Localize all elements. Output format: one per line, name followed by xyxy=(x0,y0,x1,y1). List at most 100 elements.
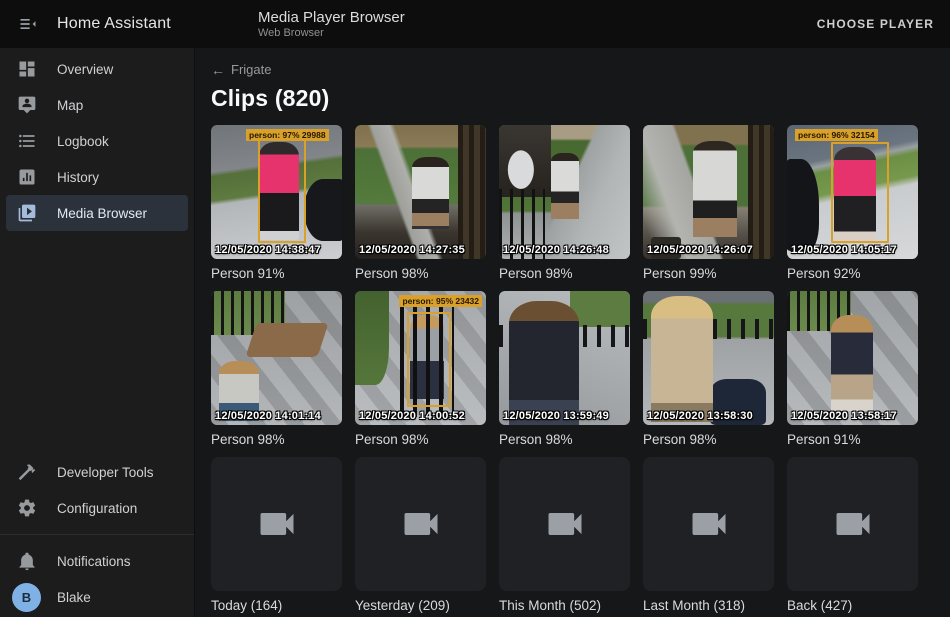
sidebar-item-overview[interactable]: Overview xyxy=(6,51,188,87)
clip-timestamp: 12/05/2020 13:58:30 xyxy=(647,410,753,422)
stroller-shape xyxy=(787,159,819,251)
porch-rail-shape xyxy=(748,125,774,259)
clip-thumbnail[interactable]: person: 96% 32154 12/05/2020 14:05:17 xyxy=(787,125,918,259)
user-name: Blake xyxy=(57,590,91,605)
clip-thumbnail[interactable]: 12/05/2020 14:26:48 xyxy=(499,125,630,259)
clip-timestamp: 12/05/2020 14:26:07 xyxy=(647,244,753,256)
detection-label: person: 95% 23432 xyxy=(399,295,482,307)
folder-card: Yesterday (209) xyxy=(355,457,486,614)
clip-timestamp: 12/05/2020 13:59:49 xyxy=(503,410,609,422)
clip-thumbnail[interactable]: 12/05/2020 13:58:17 xyxy=(787,291,918,425)
folder-label: Yesterday (209) xyxy=(355,597,486,614)
clip-thumbnail[interactable]: 12/05/2020 14:27:35 xyxy=(355,125,486,259)
clip-timestamp: 12/05/2020 14:27:35 xyxy=(359,244,465,256)
sidebar-item-label: Configuration xyxy=(57,501,137,516)
sidebar-item-map[interactable]: Map xyxy=(6,87,188,123)
video-camera-icon xyxy=(399,502,443,546)
detection-bbox xyxy=(258,139,306,243)
clip-caption: Person 98% xyxy=(355,265,486,282)
porch-rail-shape xyxy=(458,125,486,259)
sidebar-nav-list: Overview Map Logbook History Media Brows… xyxy=(0,48,194,231)
folder-back[interactable] xyxy=(787,457,918,591)
stroller-shape xyxy=(304,179,342,241)
media-browser-content: ← Frigate Clips (820) person: 97% 29988 … xyxy=(195,48,950,617)
folder-last-month[interactable] xyxy=(643,457,774,591)
clip-caption: Person 91% xyxy=(211,265,342,282)
clip-thumbnail[interactable]: person: 97% 29988 12/05/2020 14:38:47 xyxy=(211,125,342,259)
clip-caption: Person 98% xyxy=(499,431,630,448)
detection-bbox xyxy=(407,312,451,407)
detection-bbox xyxy=(831,142,889,243)
folder-label: Today (164) xyxy=(211,597,342,614)
detection-label: person: 96% 32154 xyxy=(795,129,878,141)
clip-thumbnail[interactable]: 12/05/2020 14:01:14 xyxy=(211,291,342,425)
folder-label: Last Month (318) xyxy=(643,597,774,614)
person-figure xyxy=(831,315,873,411)
dashboard-icon xyxy=(16,58,38,80)
clip-thumbnail[interactable]: 12/05/2020 13:59:49 xyxy=(499,291,630,425)
app-title: Home Assistant xyxy=(57,15,171,33)
clip-caption: Person 99% xyxy=(643,265,774,282)
sidebar-item-label: Developer Tools xyxy=(57,465,154,480)
breadcrumb[interactable]: ← Frigate xyxy=(211,62,271,77)
video-camera-icon xyxy=(543,502,587,546)
sidebar-item-label: Media Browser xyxy=(57,206,147,221)
choose-player-button[interactable]: CHOOSE PLAYER xyxy=(801,7,950,41)
grass-shape xyxy=(570,291,630,327)
clip-timestamp: 12/05/2020 14:00:52 xyxy=(359,410,465,422)
clip-thumbnail[interactable]: 12/05/2020 13:58:30 xyxy=(643,291,774,425)
folder-today[interactable] xyxy=(211,457,342,591)
video-camera-icon xyxy=(255,502,299,546)
clip-caption: Person 98% xyxy=(499,265,630,282)
clip-thumbnail[interactable]: person: 95% 23432 12/05/2020 14:00:52 xyxy=(355,291,486,425)
bell-icon xyxy=(16,550,38,572)
clip-timestamp: 12/05/2020 14:26:48 xyxy=(503,244,609,256)
sidebar-item-label: Notifications xyxy=(57,554,131,569)
sidebar-divider xyxy=(0,534,194,535)
folder-label: This Month (502) xyxy=(499,597,630,614)
person-figure xyxy=(509,301,579,425)
person-figure xyxy=(412,157,449,229)
map-account-icon xyxy=(16,94,38,116)
sidebar-toggle-button[interactable] xyxy=(15,11,41,37)
back-arrow-icon: ← xyxy=(211,63,225,77)
clip-thumbnail[interactable]: 12/05/2020 14:26:07 xyxy=(643,125,774,259)
header-left: Home Assistant xyxy=(0,11,195,37)
clips-grid: person: 97% 29988 12/05/2020 14:38:47 Pe… xyxy=(211,125,934,614)
clip-caption: Person 92% xyxy=(787,265,918,282)
breadcrumb-label: Frigate xyxy=(231,62,271,77)
folder-card: Back (427) xyxy=(787,457,918,614)
sidebar-footer: Developer Tools Configuration Notificati… xyxy=(0,454,194,615)
menu-open-icon xyxy=(18,14,38,34)
plants-shape xyxy=(355,291,389,385)
person-figure xyxy=(551,153,579,219)
clip-caption: Person 98% xyxy=(643,431,774,448)
sidebar-item-user-profile[interactable]: B Blake xyxy=(6,579,188,615)
app-header: Home Assistant Media Player Browser Web … xyxy=(0,0,950,48)
clip-timestamp: 12/05/2020 13:58:17 xyxy=(791,410,897,422)
clip-caption: Person 98% xyxy=(211,431,342,448)
clip-card: 12/05/2020 13:58:30 Person 98% xyxy=(643,291,774,448)
garden-patch-shape xyxy=(245,323,328,357)
list-bulleted-icon xyxy=(16,130,38,152)
clip-caption: Person 98% xyxy=(355,431,486,448)
clip-card: person: 96% 32154 12/05/2020 14:05:17 Pe… xyxy=(787,125,918,282)
sidebar-item-media-browser[interactable]: Media Browser xyxy=(6,195,188,231)
gear-icon xyxy=(16,497,38,519)
garage-shape xyxy=(499,125,551,197)
sidebar-item-history[interactable]: History xyxy=(6,159,188,195)
clip-timestamp: 12/05/2020 14:38:47 xyxy=(215,244,321,256)
clip-timestamp: 12/05/2020 14:05:17 xyxy=(791,244,897,256)
clip-card: 12/05/2020 14:26:48 Person 98% xyxy=(499,125,630,282)
clip-card: 12/05/2020 13:59:49 Person 98% xyxy=(499,291,630,448)
folder-yesterday[interactable] xyxy=(355,457,486,591)
sidebar-item-developer-tools[interactable]: Developer Tools xyxy=(6,454,188,490)
sidebar-item-logbook[interactable]: Logbook xyxy=(6,123,188,159)
video-camera-icon xyxy=(831,502,875,546)
folder-card: Last Month (318) xyxy=(643,457,774,614)
folder-this-month[interactable] xyxy=(499,457,630,591)
play-box-multiple-icon xyxy=(16,202,38,224)
person-figure xyxy=(651,296,713,422)
sidebar-item-configuration[interactable]: Configuration xyxy=(6,490,188,526)
sidebar-item-notifications[interactable]: Notifications xyxy=(6,543,188,579)
